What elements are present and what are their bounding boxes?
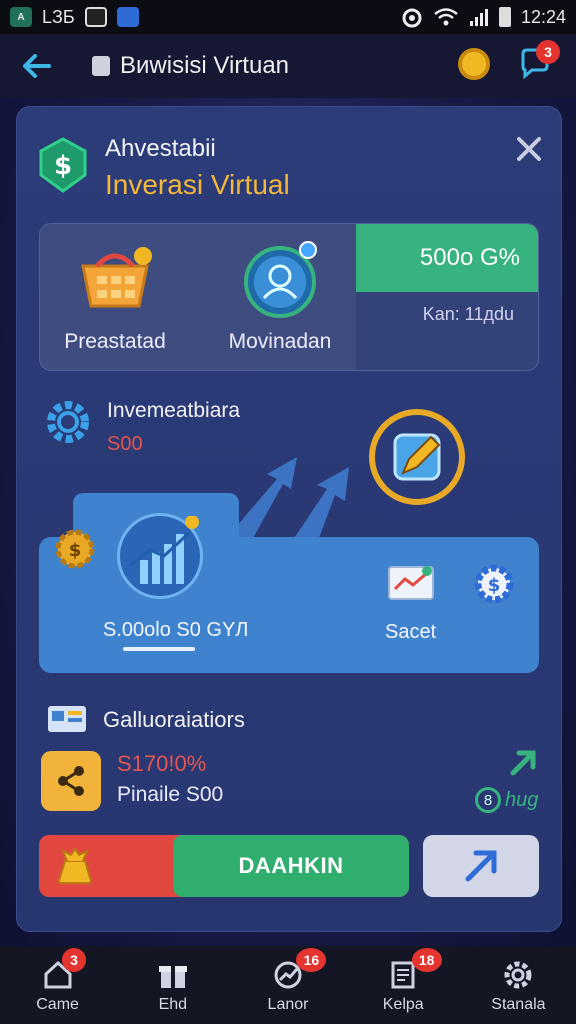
settings-icon xyxy=(504,961,532,989)
hug-label: hug xyxy=(505,788,539,811)
collab-line: Pinaile S00 xyxy=(117,783,224,806)
bottom-nav: 3 Came Ehd 16 Lanor 18 Kelpa Stanala xyxy=(0,946,576,1024)
trend-up-icon xyxy=(510,750,536,776)
stat-preastatad[interactable]: Preastatad xyxy=(40,224,190,370)
share-icon xyxy=(58,766,84,796)
nav-item-came[interactable]: 3 Came xyxy=(0,946,115,1024)
stats-panel: Preastatad Movinadan 500o G% Kan: 11дdu xyxy=(39,223,539,371)
nav-item-kelpa[interactable]: 18 Kelpa xyxy=(346,946,461,1024)
card-title: Ahvestabii xyxy=(105,135,216,162)
svg-text:$: $ xyxy=(54,151,72,181)
battery-icon xyxy=(498,7,511,27)
app-notification-icon: A xyxy=(10,7,32,27)
primary-action-button[interactable]: DAAHKIN xyxy=(173,835,409,897)
chat-button[interactable]: 3 xyxy=(518,40,560,80)
money-bag-icon xyxy=(57,847,93,884)
stat-label-2: Movinadan xyxy=(228,330,332,353)
highlight-value: 500o G% xyxy=(356,224,538,292)
chart-value: S.00olo S0 GYЛ xyxy=(103,619,249,641)
highlight-column: 500o G% Kan: 11дdu xyxy=(356,224,538,370)
nav-label-ehd: Ehd xyxy=(158,996,188,1013)
nav-label-lanor: Lanor xyxy=(267,996,309,1013)
collab-percent: S170!0% xyxy=(117,751,207,776)
arrow-left-icon xyxy=(23,54,51,78)
settings-gear-icon[interactable]: $ xyxy=(471,561,517,607)
share-button[interactable] xyxy=(41,751,101,811)
user-profile-icon xyxy=(244,241,317,318)
stat-label-1: Preastatad xyxy=(64,330,166,353)
image-notification-icon xyxy=(84,7,107,27)
shield-notification-icon xyxy=(116,7,139,27)
dollar-shield-icon: $ xyxy=(39,137,87,193)
pen-icon xyxy=(393,433,441,481)
card-list-icon xyxy=(48,706,86,732)
highlight-sub: Kan: 11дdu xyxy=(422,304,514,324)
close-button[interactable] xyxy=(513,133,545,165)
status-time: 12:24 xyxy=(520,6,566,27)
nav-label-kelpa: Kelpa xyxy=(382,996,424,1013)
nav-item-ehd[interactable]: Ehd xyxy=(115,946,230,1024)
collaborations-title: Galluoraiatiors xyxy=(103,707,245,732)
gear-icon xyxy=(47,401,89,443)
bar-chart-icon[interactable] xyxy=(117,513,203,599)
back-button[interactable] xyxy=(16,46,56,86)
nav-badge-kelpa: 18 xyxy=(411,948,442,972)
nav-label-came: Came xyxy=(36,996,79,1013)
chart-underline xyxy=(123,647,195,651)
report-label: Sacet xyxy=(385,621,437,643)
app-bar: Bиwisisi Virtuan 3 xyxy=(0,34,576,98)
nav-badge-lanor: 16 xyxy=(296,948,327,972)
chart-panel xyxy=(39,537,539,673)
close-icon xyxy=(517,137,541,161)
edit-investment-button[interactable] xyxy=(369,409,465,505)
nav-item-lanor[interactable]: 16 Lanor xyxy=(230,946,345,1024)
bag-icon xyxy=(92,56,110,76)
gift-icon xyxy=(158,966,187,988)
report-icon[interactable] xyxy=(387,563,435,603)
stat-movinadan[interactable]: Movinadan xyxy=(200,224,360,370)
investment-card: $ Ahvestabii Inverasi Virtual Preastatad xyxy=(16,106,562,932)
nav-item-stanala[interactable]: Stanala xyxy=(461,946,576,1024)
svg-text:$: $ xyxy=(488,575,501,596)
coin-gear-icon: $ xyxy=(55,529,95,569)
status-left-text: LЗБ xyxy=(42,6,75,27)
chat-badge: 3 xyxy=(536,40,560,64)
hug-number: 8 xyxy=(475,787,501,813)
signal-icon xyxy=(469,9,488,26)
coin-button[interactable] xyxy=(458,48,490,80)
page-title-wrap: Bиwisisi Virtuan xyxy=(92,52,289,80)
status-bar: A LЗБ 12:24 xyxy=(0,0,576,34)
hug-indicator: 8 hug xyxy=(475,787,538,813)
alarm-icon xyxy=(402,8,422,28)
nav-badge-came: 3 xyxy=(62,948,86,972)
wifi-icon xyxy=(434,8,458,26)
investment-title: Invemeatbiara xyxy=(107,399,241,422)
card-subtitle: Inverasi Virtual xyxy=(105,169,290,200)
page-title: Bиwisisi Virtuan xyxy=(120,52,290,79)
nav-label-stanala: Stanala xyxy=(491,996,546,1013)
investment-amount: S00 xyxy=(107,433,143,455)
svg-text:$: $ xyxy=(69,540,82,561)
arrow-right-icon xyxy=(465,850,497,882)
basket-icon xyxy=(81,247,152,308)
next-button[interactable] xyxy=(423,835,539,897)
